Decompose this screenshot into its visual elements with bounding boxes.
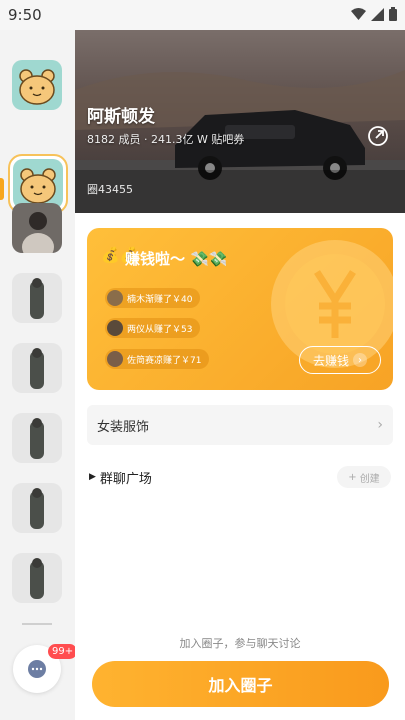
group-square-label: 群聊广场	[99, 471, 152, 487]
circle-banner: 阿斯顿发 8182 成员 · 241.3亿 W 贴吧券 圈43455	[75, 30, 405, 213]
person-photo-icon	[12, 553, 62, 603]
join-circle-button[interactable]: 加入圈子	[92, 661, 389, 707]
person-photo-icon	[12, 413, 62, 463]
person-photo-icon	[12, 203, 62, 253]
category-label: 女装服饰	[97, 419, 150, 435]
earn-money-card[interactable]: 💰💰 赚钱啦～ 💸💸 楠木渐赚了￥40 两仪从赚了￥53 佐简赛凉赚了￥71 去…	[87, 228, 393, 390]
earner-avatar	[107, 320, 123, 336]
earn-item-text: 楠木渐赚了￥40	[127, 294, 193, 305]
earn-card-title-text: 赚钱啦～	[125, 250, 186, 268]
group-square-toggle[interactable]: ▶ 群聊广场	[89, 468, 152, 487]
earn-item-text: 两仪从赚了￥53	[127, 324, 193, 335]
sidebar-active-indicator	[0, 178, 4, 200]
person-photo-icon	[12, 483, 62, 533]
money-wings-icon: 💸💸	[190, 250, 228, 268]
battery-icon	[389, 7, 397, 21]
earn-item-text: 佐简赛凉赚了￥71	[127, 355, 202, 366]
person-photo-icon	[12, 273, 62, 323]
circle-detail: 阿斯顿发 8182 成员 · 241.3亿 W 贴吧券 圈43455 💰💰 赚钱…	[75, 30, 405, 720]
sidebar-circle-avatar[interactable]	[12, 483, 62, 533]
signal-icon	[371, 7, 384, 21]
create-group-label: 创建	[359, 473, 380, 485]
chevron-right-icon: ›	[377, 417, 383, 433]
sidebar-circle-avatar[interactable]	[12, 60, 62, 110]
earn-feed-item: 两仪从赚了￥53	[105, 318, 201, 338]
sidebar-circle-avatar[interactable]	[12, 203, 62, 253]
circle-id: 圈43455	[87, 183, 133, 196]
share-icon[interactable]	[367, 125, 389, 147]
bear-avatar-icon	[12, 60, 62, 110]
circle-title: 阿斯顿发	[87, 107, 155, 127]
category-row[interactable]: 女装服饰 ›	[87, 405, 393, 445]
go-earn-button[interactable]: 去赚钱 ›	[299, 346, 381, 374]
sidebar-circle-avatar[interactable]	[12, 343, 62, 393]
chat-unread-badge: 99+	[48, 644, 78, 659]
earn-card-title: 赚钱啦～ 💸💸	[125, 248, 228, 269]
earner-avatar	[107, 351, 123, 367]
sidebar-circle-avatar[interactable]	[12, 553, 62, 603]
circle-sidebar: 99+	[0, 30, 78, 720]
go-earn-label: 去赚钱	[312, 353, 349, 368]
chevron-right-icon: ›	[353, 353, 367, 367]
earner-avatar	[107, 290, 123, 306]
sidebar-circle-avatar[interactable]	[12, 413, 62, 463]
group-square-header: ▶ 群聊广场 + 创建	[89, 465, 391, 489]
earn-feed-item: 佐简赛凉赚了￥71	[105, 349, 210, 369]
circle-stats: 8182 成员 · 241.3亿 W 贴吧券	[87, 133, 245, 146]
bear-avatar-icon	[13, 159, 63, 209]
status-icons	[351, 7, 397, 21]
status-bar: 9:50	[0, 0, 405, 30]
chat-bubble-icon	[28, 660, 46, 678]
sidebar-divider	[22, 623, 52, 625]
earn-feed-item: 楠木渐赚了￥40	[105, 288, 201, 308]
triangle-right-icon: ▶	[89, 472, 96, 482]
person-photo-icon	[12, 343, 62, 393]
status-time: 9:50	[8, 6, 42, 24]
sidebar-circle-avatar-selected[interactable]	[13, 159, 63, 209]
plus-icon: +	[348, 471, 357, 483]
create-group-button[interactable]: + 创建	[337, 466, 391, 488]
wifi-icon	[351, 7, 366, 20]
join-hint: 加入圈子，参与聊天讨论	[179, 637, 301, 650]
sidebar-circle-avatar[interactable]	[12, 273, 62, 323]
